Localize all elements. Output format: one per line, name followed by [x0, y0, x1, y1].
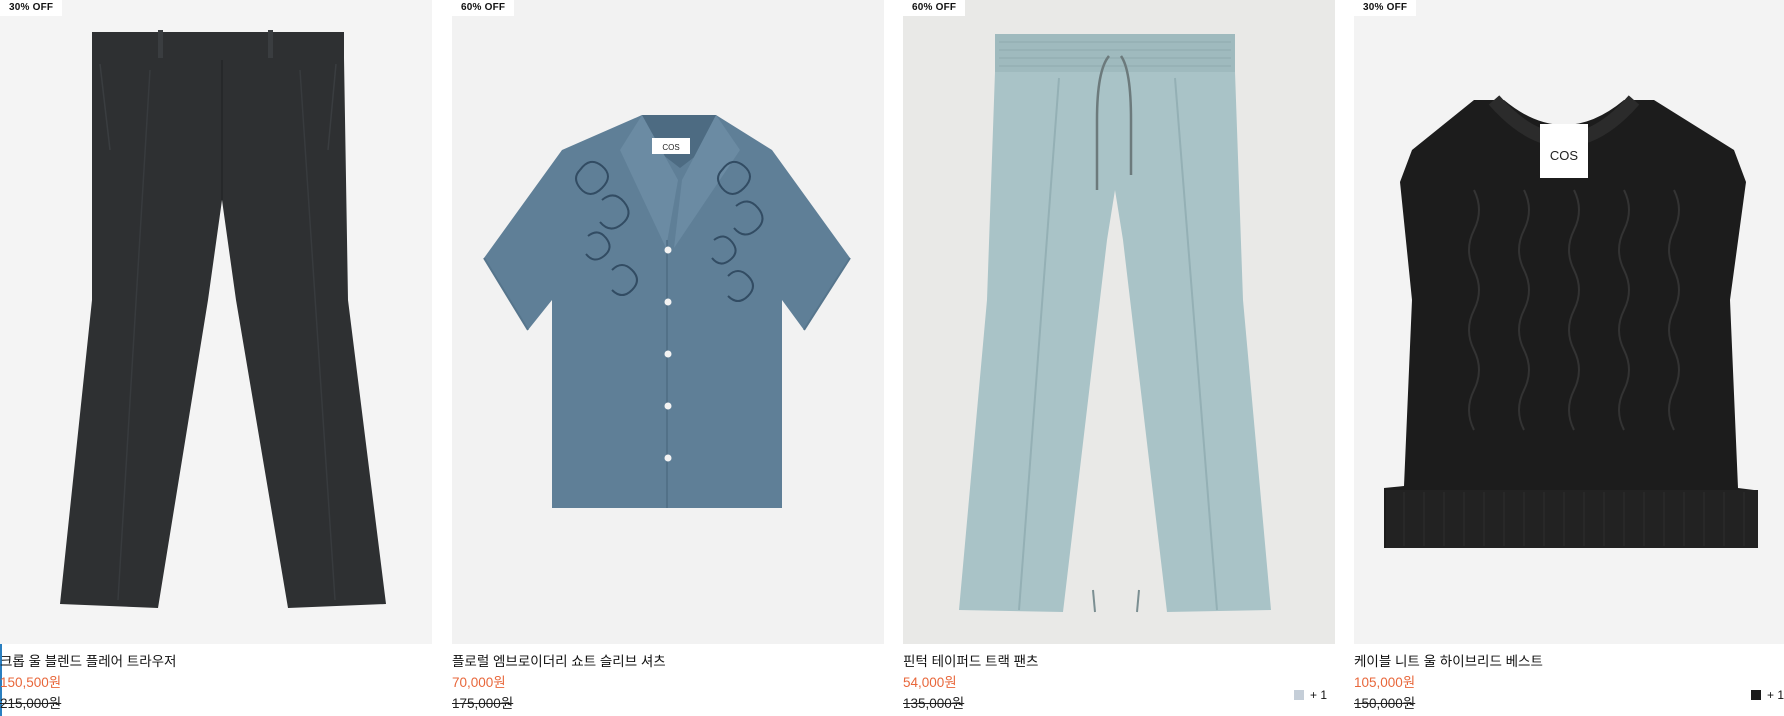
color-swatches[interactable]: + 1: [1293, 688, 1327, 702]
sale-price: 70,000원: [452, 675, 506, 690]
short-sleeve-shirt-image: COS: [452, 0, 884, 644]
sale-price: 105,000원: [1354, 675, 1416, 690]
product-info: 크롭 울 블렌드 플레어 트라우저 150,500원 215,000원: [0, 654, 432, 716]
flare-trousers-image: [0, 0, 432, 644]
product-info: 케이블 니트 울 하이브리드 베스트 105,000원 150,000원 + 1: [1354, 654, 1784, 716]
original-price: 150,000원: [1354, 696, 1416, 711]
product-image-area[interactable]: 60% OFF: [452, 0, 884, 644]
product-card[interactable]: 60% OFF COS 플로럴 엠브로이더리 쇼트 슬리브 셔츠 70,000원…: [452, 0, 884, 716]
product-image-area[interactable]: 30% OFF: [0, 0, 432, 644]
discount-badge: 60% OFF: [452, 0, 515, 16]
product-name[interactable]: 크롭 울 블렌드 플레어 트라우저: [0, 654, 176, 670]
original-price: 215,000원: [0, 696, 62, 711]
color-swatch[interactable]: [1750, 690, 1761, 700]
product-name[interactable]: 플로럴 엠브로이더리 쇼트 슬리브 셔츠: [452, 654, 666, 670]
product-image-area[interactable]: 60% OFF: [903, 0, 1335, 644]
color-swatch[interactable]: [1293, 690, 1304, 700]
product-card[interactable]: 30% OFF COS 케이블 니트 울 하이브리드 베스트 105,000원 …: [1354, 0, 1784, 716]
knit-vest-image: COS: [1354, 0, 1784, 644]
product-name[interactable]: 케이블 니트 울 하이브리드 베스트: [1354, 654, 1543, 670]
more-colors-count[interactable]: + 1: [1767, 688, 1784, 702]
product-grid: 30% OFF 크롭 울 블렌드 플레어 트라우저 150,500원 215,0…: [0, 0, 1784, 716]
brand-label-text: COS: [1550, 148, 1579, 163]
product-image-area[interactable]: 30% OFF: [1354, 0, 1784, 644]
track-pants-image: [903, 0, 1335, 644]
product-info: 플로럴 엠브로이더리 쇼트 슬리브 셔츠 70,000원 175,000원: [452, 654, 884, 716]
brand-label-text: COS: [662, 143, 679, 152]
sale-price: 150,500원: [0, 675, 62, 690]
product-name[interactable]: 핀턱 테이퍼드 트랙 팬츠: [903, 654, 1038, 670]
product-card[interactable]: 30% OFF 크롭 울 블렌드 플레어 트라우저 150,500원 215,0…: [0, 0, 432, 716]
discount-badge: 30% OFF: [0, 0, 63, 16]
original-price: 135,000원: [903, 696, 965, 711]
product-card[interactable]: 60% OFF 핀턱 테이퍼드 트랙 팬츠 54,000원 135,000원 +…: [903, 0, 1335, 716]
product-info: 핀턱 테이퍼드 트랙 팬츠 54,000원 135,000원 + 1: [903, 654, 1335, 716]
discount-badge: 30% OFF: [1354, 0, 1417, 16]
discount-badge: 60% OFF: [903, 0, 966, 16]
sale-price: 54,000원: [903, 675, 957, 690]
color-swatches[interactable]: + 1: [1750, 688, 1784, 702]
more-colors-count[interactable]: + 1: [1310, 688, 1327, 702]
original-price: 175,000원: [452, 696, 514, 711]
